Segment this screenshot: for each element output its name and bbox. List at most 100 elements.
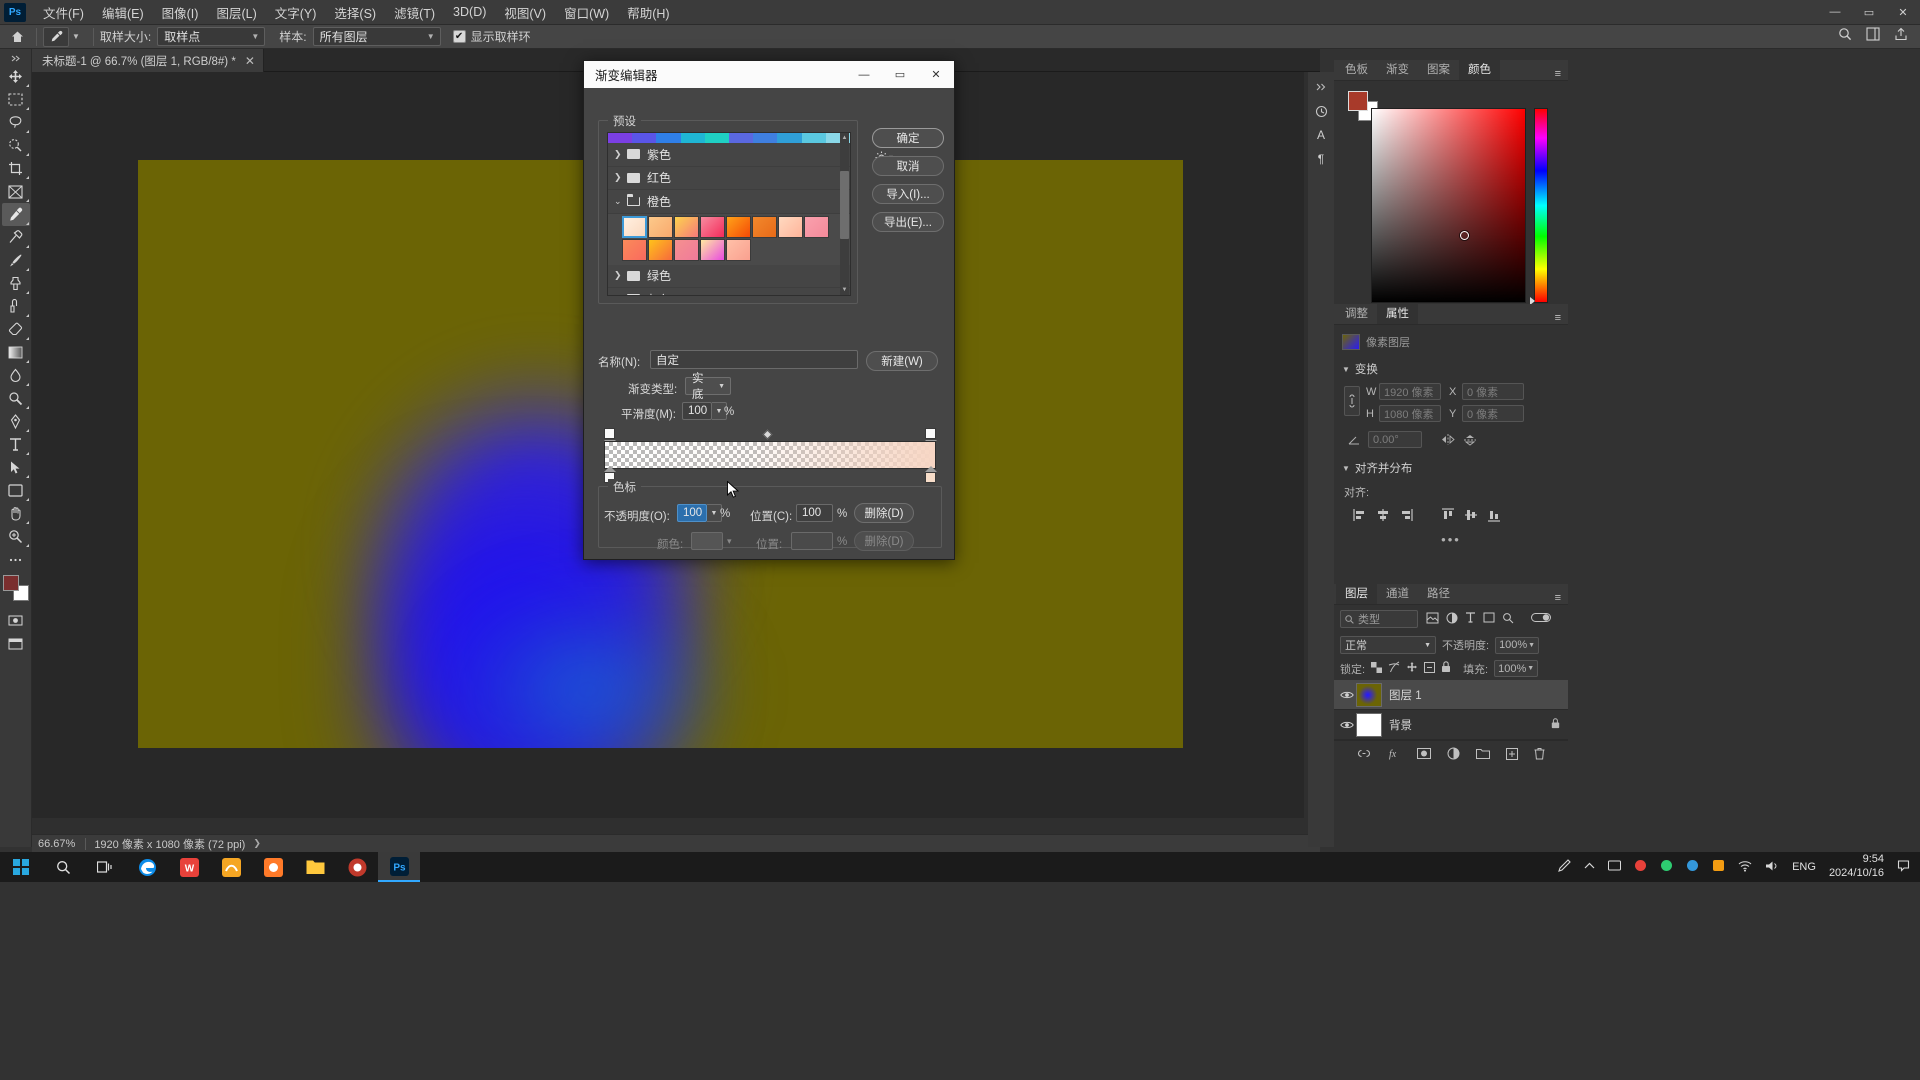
layer-visibility-icon[interactable] xyxy=(1338,720,1356,730)
gradient-midpoint-marker[interactable] xyxy=(763,430,773,440)
align-right-button[interactable] xyxy=(1396,506,1416,524)
delete-color-stop-button[interactable]: 删除(D) xyxy=(854,531,914,551)
tool-screen-mode[interactable] xyxy=(2,632,30,655)
canvas-horizontal-scrollbar[interactable] xyxy=(32,818,1304,834)
layer-fill-input[interactable]: 100% ▼ xyxy=(1494,660,1538,677)
new-group-icon[interactable] xyxy=(1476,748,1490,762)
layer-thumbnail[interactable] xyxy=(1356,683,1382,707)
clock[interactable]: 9:54 2024/10/16 xyxy=(1829,853,1884,881)
presets-scroll-up-icon[interactable]: ▲ xyxy=(840,133,849,143)
filter-smart-object-icon[interactable] xyxy=(1502,612,1514,627)
app-icon-2[interactable] xyxy=(252,858,294,877)
show-sampling-ring-checkbox[interactable]: ✔ 显示取样环 xyxy=(453,28,537,45)
task-view-icon[interactable] xyxy=(84,860,126,874)
hue-slider[interactable] xyxy=(1534,108,1548,303)
delete-layer-icon[interactable] xyxy=(1534,747,1545,763)
dialog-minimize-button[interactable]: — xyxy=(846,61,882,88)
tab-properties[interactable]: 属性 xyxy=(1377,303,1418,324)
file-explorer-icon[interactable] xyxy=(294,859,336,875)
preset-folder-gray[interactable]: ❯ 灰色 xyxy=(608,288,850,296)
tool-healing-brush[interactable] xyxy=(2,226,30,249)
gradient-editor-dialog[interactable]: 渐变编辑器 — ▭ ✕ 预设 xyxy=(583,60,955,560)
filter-pixel-icon[interactable] xyxy=(1426,612,1439,627)
gradient-swatch[interactable] xyxy=(648,216,673,238)
tool-clone-stamp[interactable] xyxy=(2,272,30,295)
angle-input[interactable]: 0.00° xyxy=(1368,431,1422,448)
layers-panel-menu-icon[interactable]: ≡ xyxy=(1548,592,1568,604)
character-panel-icon[interactable]: A xyxy=(1310,124,1332,146)
menu-window[interactable]: 窗口(W) xyxy=(555,0,618,25)
tool-preset-chevron-icon[interactable]: ▼ xyxy=(72,32,80,41)
filter-adjustment-icon[interactable] xyxy=(1446,612,1458,627)
dialog-title-bar[interactable]: 渐变编辑器 — ▭ ✕ xyxy=(584,61,954,88)
maximize-button[interactable]: ▭ xyxy=(1852,0,1886,25)
dialog-close-button[interactable]: ✕ xyxy=(918,61,954,88)
link-layers-icon[interactable] xyxy=(1357,748,1371,762)
preset-folder-orange[interactable]: ⌄ 橙色 xyxy=(608,190,850,214)
lock-transparent-pixels-icon[interactable] xyxy=(1371,662,1382,676)
menu-image[interactable]: 图像(I) xyxy=(153,0,208,25)
properties-panel-menu-icon[interactable]: ≡ xyxy=(1548,312,1568,324)
delete-opacity-stop-button[interactable]: 删除(D) xyxy=(854,503,914,523)
tool-rectangle[interactable] xyxy=(2,479,30,502)
flip-horizontal-icon[interactable] xyxy=(1440,432,1456,448)
color-field[interactable] xyxy=(1371,108,1526,303)
document-tab[interactable]: 未标题-1 @ 66.7% (图层 1, RGB/8#) * ✕ xyxy=(32,49,264,72)
height-input[interactable]: 1080 像素 xyxy=(1379,405,1441,422)
width-input[interactable]: 1920 像素 xyxy=(1379,383,1441,400)
presets-scrollbar[interactable] xyxy=(840,143,849,296)
menu-file[interactable]: 文件(F) xyxy=(34,0,93,25)
tool-history-brush[interactable] xyxy=(2,295,30,318)
network-icon[interactable] xyxy=(1738,860,1752,875)
tab-color[interactable]: 颜色 xyxy=(1459,59,1500,80)
preset-folder-red[interactable]: ❯ 红色 xyxy=(608,167,850,191)
tab-channels[interactable]: 通道 xyxy=(1377,583,1418,604)
tool-hand[interactable] xyxy=(2,502,30,525)
tab-adjustments[interactable]: 调整 xyxy=(1336,303,1377,324)
align-left-button[interactable] xyxy=(1350,506,1370,524)
tool-frame[interactable] xyxy=(2,180,30,203)
gradient-swatch[interactable] xyxy=(700,216,725,238)
color-stop-end[interactable] xyxy=(925,472,936,483)
tray-icon-5[interactable] xyxy=(1712,859,1725,875)
layer-thumbnail[interactable] xyxy=(1356,713,1382,737)
app-icon-1[interactable] xyxy=(210,858,252,877)
notifications-icon[interactable] xyxy=(1897,859,1910,875)
paragraph-panel-icon[interactable]: ¶ xyxy=(1310,148,1332,170)
color-position-input[interactable] xyxy=(791,532,833,550)
gradient-swatch[interactable] xyxy=(778,216,803,238)
transform-section-header[interactable]: ▼ 变换 xyxy=(1342,356,1560,383)
gradient-swatch[interactable] xyxy=(622,239,647,261)
tray-icon-4[interactable] xyxy=(1686,859,1699,875)
add-mask-icon[interactable] xyxy=(1417,748,1431,762)
layer-opacity-input[interactable]: 100% ▼ xyxy=(1495,637,1539,654)
color-panel-menu-icon[interactable]: ≡ xyxy=(1548,68,1568,80)
align-section-header[interactable]: ▼ 对齐并分布 xyxy=(1342,448,1560,482)
x-input[interactable]: 0 像素 xyxy=(1462,383,1524,400)
tool-marquee[interactable] xyxy=(2,88,30,111)
filter-shape-icon[interactable] xyxy=(1483,612,1495,626)
new-layer-icon[interactable] xyxy=(1506,748,1518,763)
foreground-color-swatch[interactable] xyxy=(3,575,19,591)
layer-style-icon[interactable]: fx xyxy=(1387,747,1401,763)
presets-scrollbar-thumb[interactable] xyxy=(840,171,849,239)
share-icon[interactable] xyxy=(1894,27,1908,46)
tab-paths[interactable]: 路径 xyxy=(1418,583,1459,604)
home-icon[interactable] xyxy=(4,26,30,48)
layer-row-1[interactable]: 图层 1 xyxy=(1334,680,1568,710)
gradient-preview-bar[interactable] xyxy=(604,441,936,469)
opacity-stop-start[interactable] xyxy=(604,428,615,439)
menu-help[interactable]: 帮助(H) xyxy=(618,0,678,25)
tool-dodge[interactable] xyxy=(2,387,30,410)
lock-nesting-icon[interactable] xyxy=(1424,662,1435,676)
gradient-swatch[interactable] xyxy=(648,239,673,261)
layer-visibility-icon[interactable] xyxy=(1338,690,1356,700)
gradient-type-select[interactable]: 实底 ▼ xyxy=(685,377,731,395)
status-expand-icon[interactable]: ❯ xyxy=(253,838,261,849)
link-dimensions-button[interactable] xyxy=(1344,386,1360,416)
start-button[interactable] xyxy=(0,859,42,875)
properties-more-options[interactable]: ••• xyxy=(1342,524,1560,547)
volume-icon[interactable] xyxy=(1765,860,1779,875)
adjustment-layer-icon[interactable] xyxy=(1447,747,1460,763)
ok-button[interactable]: 确定 xyxy=(872,128,944,148)
